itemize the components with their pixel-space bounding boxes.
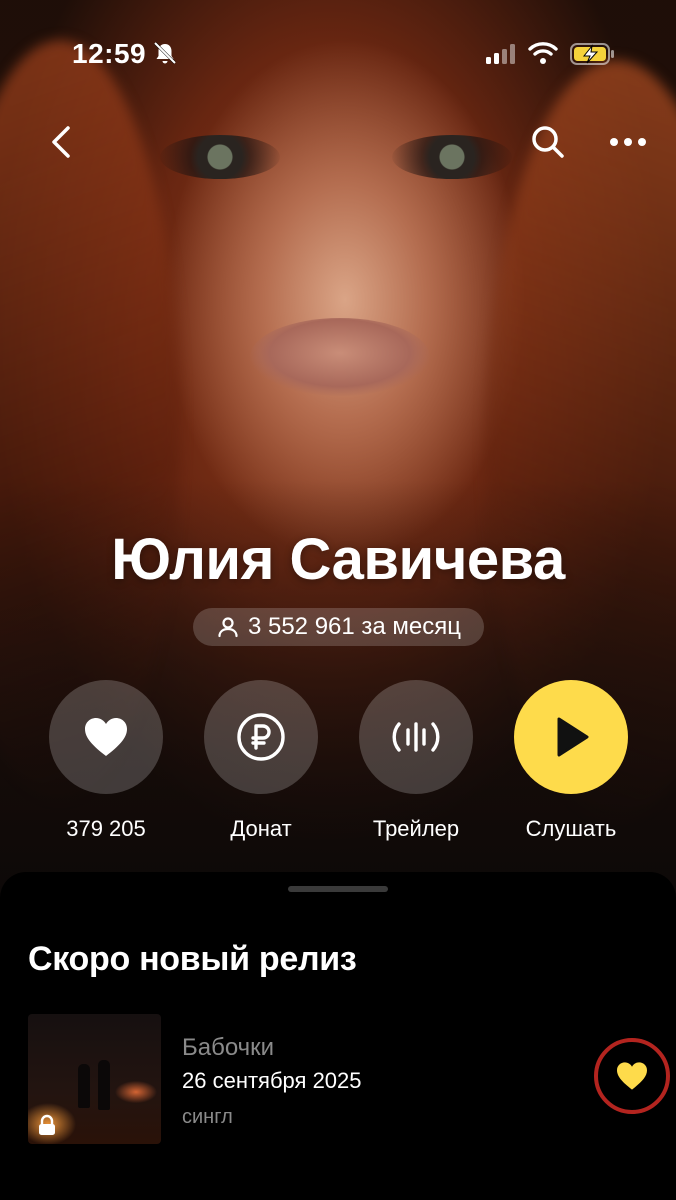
back-chevron-icon — [52, 126, 70, 158]
more-icon — [610, 138, 646, 146]
hero-eye-left — [160, 135, 280, 179]
monthly-listeners-badge: 3 552 961 за месяц — [193, 608, 484, 646]
monthly-listeners-text: 3 552 961 за месяц — [247, 613, 462, 640]
listen-button[interactable]: Слушать — [513, 680, 629, 842]
status-time: 12:59 — [72, 38, 147, 69]
hero-eye-right — [392, 135, 512, 179]
wifi-icon — [528, 42, 558, 64]
trailer-button[interactable]: Трейлер — [358, 680, 474, 842]
sheet-drag-handle[interactable] — [288, 886, 388, 892]
release-like-button[interactable] — [594, 1038, 670, 1114]
heart-icon — [85, 718, 127, 756]
like-circle[interactable] — [49, 680, 163, 794]
cellular-signal-icon — [486, 44, 515, 64]
likes-count: 379 205 — [66, 816, 146, 841]
upcoming-release-item[interactable]: Бабочки 26 сентября 2025 сингл — [28, 1014, 670, 1144]
listen-label: Слушать — [525, 816, 617, 841]
waveform-icon — [392, 722, 440, 752]
hero-lips — [250, 318, 430, 396]
like-artist-button[interactable]: 379 205 — [48, 680, 164, 842]
lock-icon — [39, 1114, 55, 1135]
cover-figure — [98, 1060, 110, 1110]
donate-label: Донат — [230, 816, 292, 841]
release-type: сингл — [182, 1106, 233, 1128]
search-icon — [532, 126, 564, 158]
trailer-label: Трейлер — [372, 816, 460, 841]
donate-circle[interactable] — [204, 680, 318, 794]
bell-muted-icon — [153, 41, 177, 65]
release-title: Бабочки — [182, 1034, 275, 1061]
upcoming-release-title: Скоро новый релиз — [28, 940, 357, 978]
bottom-sheet: Скоро новый релиз Бабочки 26 сентября 20… — [0, 872, 676, 1200]
trailer-circle[interactable] — [359, 680, 473, 794]
ruble-coin-icon — [237, 713, 285, 761]
release-cover[interactable] — [28, 1014, 161, 1144]
artist-name: Юлия Савичева — [111, 527, 565, 592]
person-icon — [218, 617, 238, 638]
release-date: 26 сентября 2025 — [182, 1068, 362, 1093]
donate-button[interactable]: Донат — [203, 680, 319, 842]
status-bar: 12:59 — [0, 0, 676, 110]
battery-charging-icon — [570, 43, 614, 65]
cover-figure — [78, 1064, 90, 1108]
heart-icon — [617, 1062, 647, 1090]
more-button[interactable] — [604, 118, 652, 166]
search-button[interactable] — [524, 118, 572, 166]
back-button[interactable] — [38, 118, 86, 166]
play-icon — [557, 717, 589, 757]
listen-circle[interactable] — [514, 680, 628, 794]
